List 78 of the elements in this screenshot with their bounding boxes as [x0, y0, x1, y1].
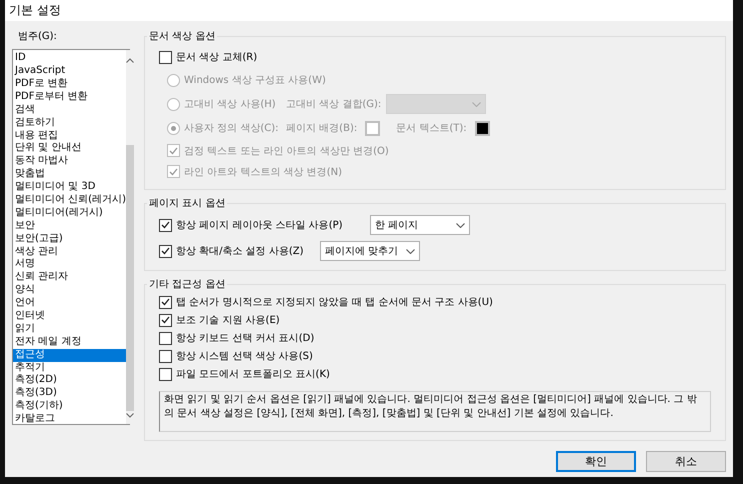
checkmark-icon	[161, 298, 170, 306]
category-item[interactable]: 신뢰 관리자	[13, 271, 126, 284]
category-item[interactable]: 검토하기	[13, 116, 126, 130]
checkbox-label: 파일 모드에서 포트폴리오 표시(K)	[176, 368, 330, 382]
chevron-down-icon	[472, 102, 482, 107]
category-item[interactable]: 전자 메일 계정	[13, 336, 126, 349]
category-item[interactable]: 양식	[13, 284, 126, 298]
checkbox-label: 항상 시스템 선택 색상 사용(S)	[176, 350, 313, 364]
checkbox[interactable]	[159, 350, 172, 363]
category-item[interactable]: ID	[13, 52, 126, 66]
category-item[interactable]: 카탈로그	[13, 413, 126, 426]
checkbox-label: 항상 키보드 선택 커서 표시(D)	[176, 332, 314, 346]
category-item[interactable]: 서명	[13, 258, 126, 272]
group-title: 기타 접근성 옵션	[148, 278, 226, 292]
dropdown-value: 페이지에 맞추기	[325, 245, 398, 258]
category-item[interactable]: 언어	[13, 297, 126, 310]
category-item[interactable]: 검색	[13, 104, 126, 117]
category-item[interactable]: PDF로 변환	[13, 78, 126, 91]
category-item[interactable]: 동작 마법사	[13, 155, 126, 168]
checkbox[interactable]	[159, 332, 172, 345]
category-item[interactable]: 내용 편집	[13, 130, 126, 142]
checkmark-icon	[161, 316, 170, 324]
category-item[interactable]: JavaScript	[13, 65, 126, 78]
group-title: 문서 색상 옵션	[148, 30, 216, 44]
category-item[interactable]: PDF로부터 변환	[13, 90, 126, 104]
category-item[interactable]: 읽기	[13, 322, 126, 336]
radio-label: 고대비 색상 사용(H)	[184, 98, 276, 112]
checkmark-icon	[161, 247, 170, 256]
group-title: 페이지 표시 옵션	[148, 197, 226, 210]
checkbox[interactable]	[159, 218, 172, 232]
category-item[interactable]: 측정(2D)	[13, 374, 126, 388]
chevron-down-icon	[456, 222, 465, 228]
swatch-label: 페이지 배경(B):	[286, 122, 358, 136]
checkbox[interactable]	[159, 296, 172, 309]
checkmark-icon	[169, 146, 178, 155]
dialog-button[interactable]: 취소	[646, 450, 726, 472]
combo-label: 고대비 색상 결합(G):	[286, 98, 382, 112]
scrollbar[interactable]	[126, 50, 134, 424]
category-item[interactable]: 보안	[13, 220, 126, 233]
checkbox[interactable]	[159, 244, 172, 258]
dialog-button[interactable]: 확인	[556, 450, 636, 472]
category-item[interactable]: 멀티미디어(레거시)	[13, 206, 126, 220]
category-item[interactable]: 단위 및 안내선	[13, 142, 126, 156]
checkmark-icon	[169, 168, 178, 176]
scroll-down-icon[interactable]	[126, 413, 134, 418]
checkmark-icon	[161, 221, 170, 230]
category-item[interactable]: 색상 관리	[13, 246, 126, 258]
checkbox[interactable]	[159, 50, 172, 64]
radio-label: Windows 색상 구성표 사용(W)	[184, 74, 326, 88]
category-item[interactable]: 보안(고급)	[13, 232, 126, 246]
category-item[interactable]: 측정(기하)	[13, 400, 126, 414]
radio-label: 사용자 정의 색상(C):	[184, 122, 279, 136]
category-item[interactable]: 멀티미디어 신뢰(레거시)	[13, 194, 126, 207]
checkbox-label: 문서 색상 교체(R)	[176, 51, 258, 64]
category-item[interactable]: 인터넷	[13, 310, 126, 323]
checkbox-label: 보조 기술 지원 사용(E)	[176, 314, 280, 328]
category-item[interactable]: 측정(3D)	[13, 387, 126, 400]
swatch-label: 문서 텍스트(T):	[396, 122, 467, 136]
checkbox-label: 라인 아트와 텍스트의 색상 변경(N)	[184, 166, 342, 179]
category-label: 범주(G):	[17, 30, 58, 44]
dropdown-value: 한 페이지	[375, 219, 418, 232]
checkbox-label: 항상 확대/축소 설정 사용(Z)	[176, 245, 305, 258]
checkbox-label: 검정 텍스트 또는 라인 아트의 색상만 변경(O)	[184, 144, 389, 158]
category-item[interactable]: 멀티미디어 및 3D	[13, 181, 126, 194]
checkbox-label: 항상 페이지 레이아웃 스타일 사용(P)	[176, 219, 344, 232]
scrollbar-thumb[interactable]	[126, 145, 134, 412]
chevron-down-icon	[406, 248, 415, 254]
checkbox[interactable]	[159, 368, 172, 381]
dropdown[interactable]: 한 페이지	[370, 215, 470, 236]
window-title: 기본 설정	[9, 2, 61, 20]
dropdown[interactable]: 페이지에 맞추기	[320, 241, 420, 262]
info-note: 화면 읽기 및 읽기 순서 옵션은 [읽기] 패널에 있습니다. 멀티미디어 접근성 옵션은 [멀티미디어] 패널에 있습니다. 그 밖의 문서 색상 설정은 [양식], [전체 화면], [측정], [맞춤법] 및 [단위 및 안내선] 기본 설정에 있습니다.	[159, 391, 711, 432]
checkbox[interactable]	[159, 314, 172, 327]
scroll-up-icon[interactable]	[126, 58, 134, 64]
category-item[interactable]: 접근성	[13, 348, 126, 362]
category-item[interactable]: 맞춤법	[13, 168, 126, 182]
category-item[interactable]: 추적기	[13, 362, 126, 374]
checkbox-label: 탭 순서가 명시적으로 지정되지 않았을 때 탭 순서에 문서 구조 사용(U)	[176, 296, 493, 310]
